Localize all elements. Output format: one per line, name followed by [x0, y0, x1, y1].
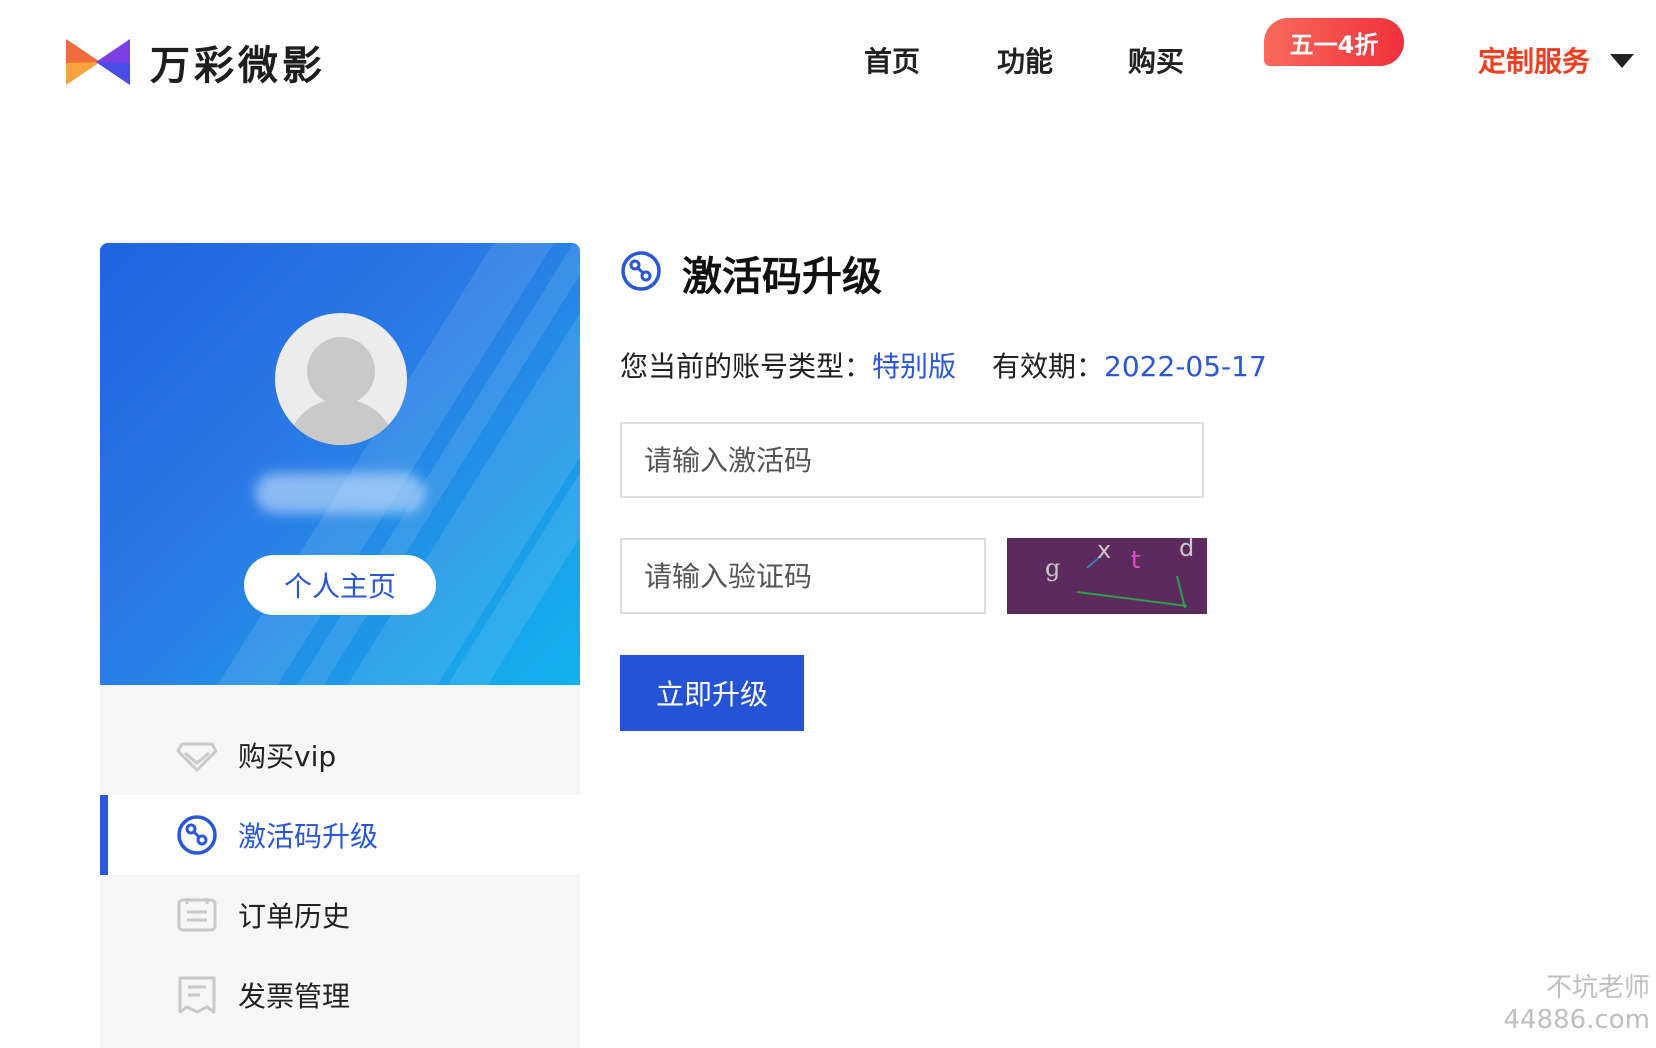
nav-features[interactable]: 功能 [997, 40, 1053, 80]
sidebar-item-invoice[interactable]: 发票管理 [100, 955, 580, 1035]
captcha-char: g [1045, 554, 1060, 582]
sidebar-item-order-history[interactable]: 订单历史 [100, 875, 580, 955]
sidebar-item-activation-upgrade[interactable]: 激活码升级 [100, 795, 580, 875]
upgrade-now-button[interactable]: 立即升级 [620, 655, 804, 731]
chevron-down-icon[interactable] [1610, 54, 1634, 68]
watermark-line1: 不坑老师 [1545, 973, 1650, 1003]
captcha-char: d [1179, 538, 1194, 562]
account-type-label: 您当前的账号类型： [620, 350, 873, 383]
list-icon [177, 898, 217, 932]
sidebar-item-label: 订单历史 [238, 900, 351, 933]
profile-card: 个人主页 [100, 243, 580, 685]
username-blurred [255, 473, 425, 513]
sidebar-item-label: 激活码升级 [238, 820, 379, 853]
page-title: 激活码升级 [682, 254, 882, 300]
sidebar-item-label: 发票管理 [238, 980, 351, 1013]
key-badge-icon [621, 251, 661, 291]
account-info: 您当前的账号类型：特别版 有效期：2022-05-17 [620, 345, 1267, 385]
sidebar-item-label: 购买vip [238, 740, 337, 773]
captcha-char: t [1131, 546, 1140, 574]
brand-logo[interactable]: 万彩微影 [66, 33, 326, 91]
key-badge-icon [177, 815, 217, 855]
account-type-value: 特别版 [872, 350, 957, 383]
nav-buy[interactable]: 购买 [1128, 40, 1184, 80]
nav-custom-service[interactable]: 定制服务 [1478, 40, 1590, 80]
invoice-icon [178, 976, 216, 1014]
sidebar: 个人主页 购买vip 激活码升级 订单历史 发票管理 [100, 243, 580, 1048]
brand-name: 万彩微影 [150, 43, 326, 89]
avatar[interactable] [275, 313, 407, 445]
watermark-line2: 44886.com [1503, 1005, 1650, 1035]
diamond-icon [176, 742, 218, 772]
captcha-char: x [1097, 538, 1111, 564]
nav-home[interactable]: 首页 [864, 40, 920, 80]
active-indicator [100, 795, 108, 875]
sidebar-item-buy-vip[interactable]: 购买vip [100, 715, 580, 795]
activation-code-input[interactable] [620, 422, 1204, 498]
validity-value: 2022-05-17 [1104, 350, 1267, 383]
captcha-input[interactable] [620, 538, 986, 614]
promo-badge[interactable]: 五一4折 [1264, 18, 1404, 66]
logo-icon [66, 39, 130, 85]
personal-home-button[interactable]: 个人主页 [244, 555, 436, 615]
validity-label: 有效期： [992, 350, 1105, 383]
captcha-image[interactable]: g x t d [1007, 538, 1207, 614]
watermark: 不坑老师 44886.com [1490, 972, 1650, 1036]
